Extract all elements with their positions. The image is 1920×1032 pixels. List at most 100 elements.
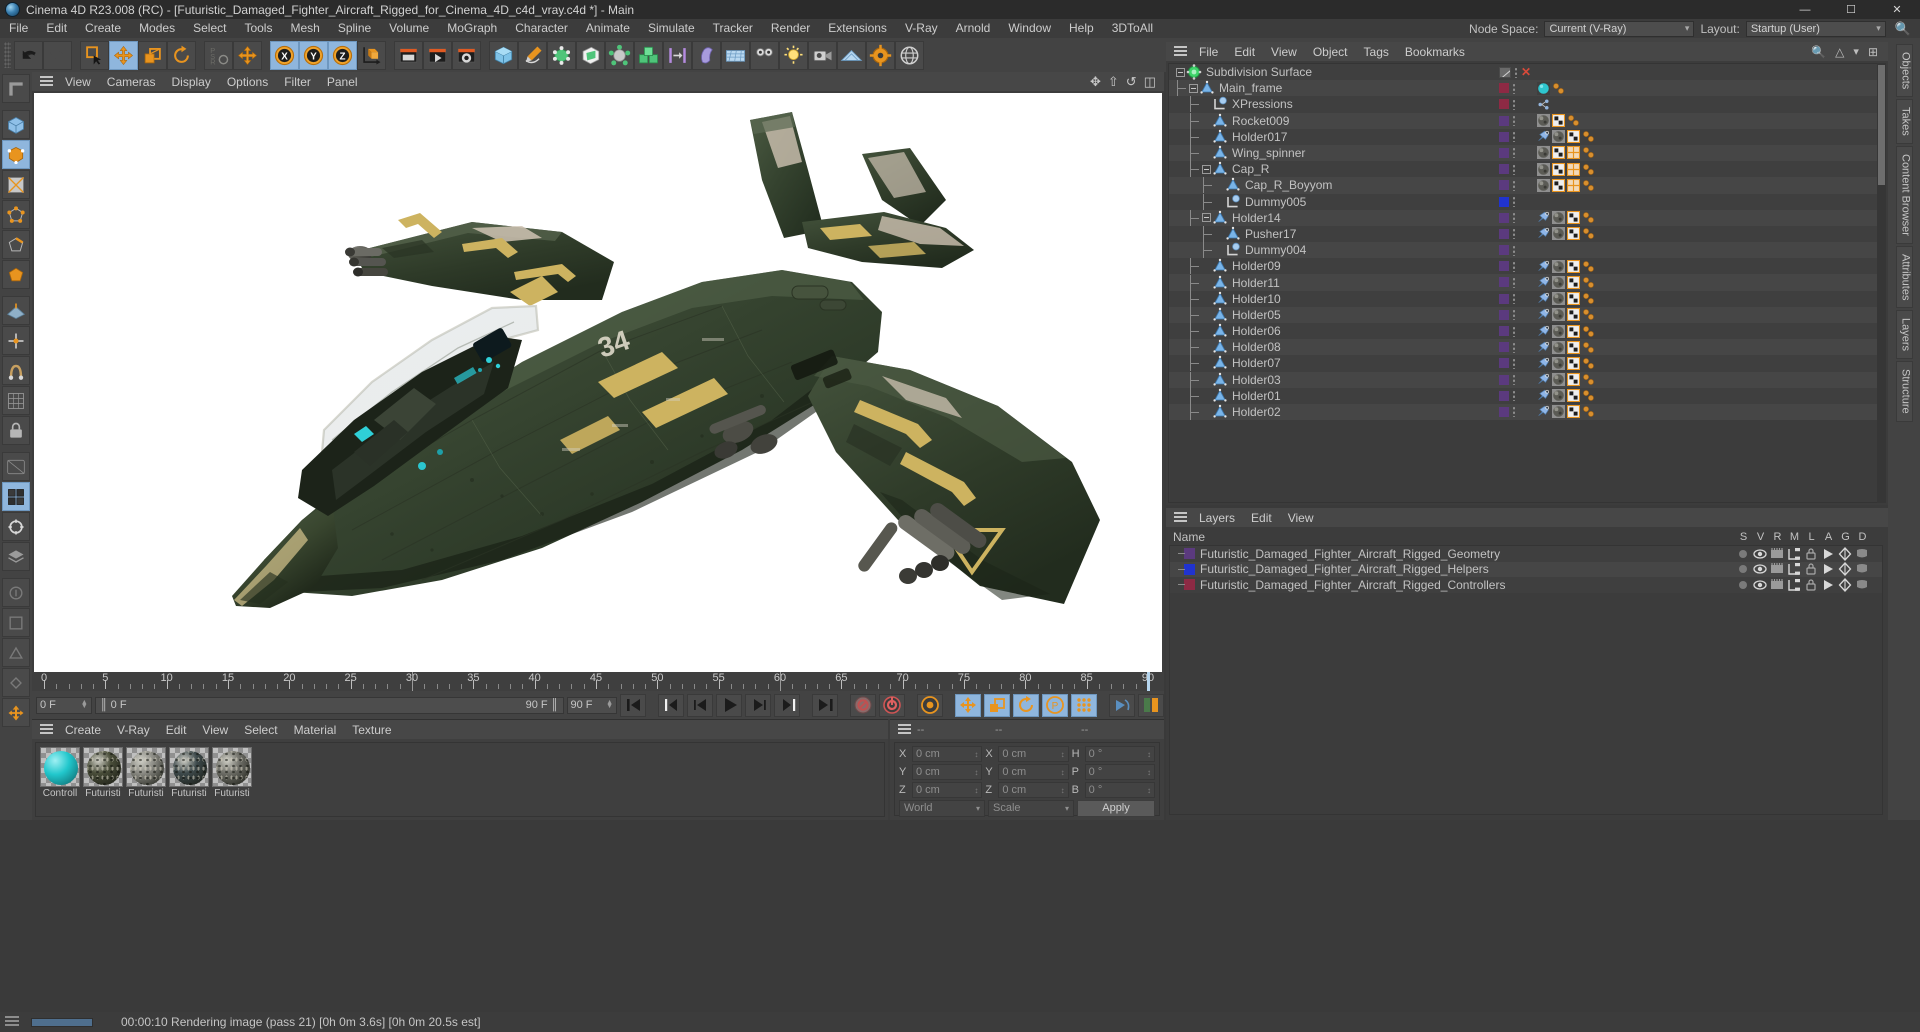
render-settings-button[interactable] <box>452 40 481 70</box>
layer-color-swatch[interactable] <box>1499 293 1509 304</box>
visibility-swatch[interactable] <box>1499 66 1511 78</box>
layer-hamburger-icon[interactable] <box>1174 512 1187 523</box>
point-level-animation-button[interactable] <box>1071 693 1097 717</box>
layer-color-swatch[interactable] <box>1499 180 1509 191</box>
viewport-corner-button[interactable] <box>2 74 30 103</box>
object-dots[interactable] <box>1512 163 1516 175</box>
material-menu-view[interactable]: View <box>194 723 236 737</box>
object-hamburger-icon[interactable] <box>1174 46 1187 57</box>
pin-icon-tag[interactable] <box>1537 341 1550 354</box>
xpresso-dots-tag[interactable] <box>1582 260 1595 273</box>
object-dots[interactable] <box>1512 196 1516 207</box>
coord-field-y-position[interactable]: 0 cm ↕ <box>912 764 983 780</box>
dock-tab-takes[interactable]: Takes <box>1895 99 1913 145</box>
psr-button[interactable]: PSR <box>204 40 233 70</box>
object-row[interactable]: Holder03 <box>1169 371 1883 388</box>
layer-flag-g[interactable] <box>1836 562 1853 577</box>
menu-item-arnold[interactable]: Arnold <box>947 19 1000 38</box>
object-dots[interactable] <box>1512 244 1516 256</box>
uvw-icon-tag[interactable] <box>1566 389 1581 403</box>
material-dark-tag[interactable] <box>1537 114 1550 128</box>
x-axis-lock-button[interactable]: X <box>270 40 299 70</box>
world-object-axis-button[interactable] <box>357 40 386 70</box>
scale-key-button[interactable] <box>984 693 1010 717</box>
material-menu-texture[interactable]: Texture <box>344 723 399 737</box>
world-axis-button[interactable] <box>233 40 262 70</box>
z-axis-lock-button[interactable]: Z <box>328 40 357 70</box>
xpresso-dots-tag[interactable] <box>1582 357 1595 370</box>
layer-row[interactable]: Futuristic_Damaged_Fighter_Aircraft_Rigg… <box>1170 577 1882 593</box>
object-row[interactable]: Main_frame <box>1169 80 1883 97</box>
point-mode-button[interactable] <box>2 200 30 229</box>
object-menu-view[interactable]: View <box>1263 45 1305 59</box>
floor-button[interactable] <box>837 40 866 70</box>
layer-color-swatch[interactable] <box>1499 99 1509 110</box>
object-dots[interactable] <box>1512 212 1516 224</box>
layer-flag-a[interactable] <box>1819 578 1836 592</box>
search-icon[interactable]: 🔍 <box>1892 21 1914 37</box>
uvw-icon-tag[interactable] <box>1566 227 1581 241</box>
object-menu-tags[interactable]: Tags <box>1356 45 1397 59</box>
tree-collapse-toggle[interactable] <box>1175 64 1186 80</box>
layer-color-swatch[interactable] <box>1499 406 1509 417</box>
light-button[interactable] <box>779 40 808 70</box>
layer-menu-layers[interactable]: Layers <box>1191 511 1243 525</box>
dock-tab-layers[interactable]: Layers <box>1895 310 1913 360</box>
layer-color-swatch[interactable] <box>1499 83 1509 94</box>
tex-icon-tag[interactable] <box>1566 178 1581 192</box>
material-item[interactable]: Controll <box>40 747 80 800</box>
web-button[interactable] <box>895 40 924 70</box>
menu-item-edit[interactable]: Edit <box>37 19 76 38</box>
layer-flag-m[interactable] <box>1785 547 1802 561</box>
dock-tab-content-browser[interactable]: Content Browser <box>1895 146 1913 244</box>
character-object-button[interactable] <box>692 40 721 70</box>
extra-b-button[interactable] <box>2 608 30 637</box>
menu-item-mesh[interactable]: Mesh <box>281 19 328 38</box>
layer-color-swatch[interactable] <box>1499 228 1509 239</box>
step-back-button[interactable] <box>687 693 713 717</box>
timeline-playhead[interactable] <box>1147 672 1150 691</box>
preview-range-bar[interactable]: ║ 0 F 90 F ║ <box>94 696 564 714</box>
material-item[interactable]: Futuristi <box>212 747 252 800</box>
enable-axis-button[interactable] <box>2 326 30 355</box>
plugin-button[interactable] <box>866 40 895 70</box>
viewport-menu-cameras[interactable]: Cameras <box>99 75 164 89</box>
keyframe-selection-button[interactable] <box>917 693 943 717</box>
material-dark-tag[interactable] <box>1537 162 1550 176</box>
field-button[interactable] <box>663 40 692 70</box>
xpresso-dots-tag[interactable] <box>1582 389 1595 402</box>
xpresso-dots-tag[interactable] <box>1582 325 1595 338</box>
apply-button[interactable]: Apply <box>1077 799 1155 817</box>
simulation-button[interactable] <box>721 40 750 70</box>
layer-flag-l[interactable] <box>1802 578 1819 592</box>
layer-flag-g[interactable] <box>1836 546 1853 561</box>
object-dots[interactable] <box>1512 309 1516 321</box>
visibility-dots[interactable] <box>1514 66 1518 78</box>
quantize-button[interactable] <box>2 386 30 415</box>
object-row[interactable]: Cap_R_Boyyom <box>1169 177 1883 194</box>
object-dots[interactable] <box>1512 374 1516 386</box>
object-row[interactable]: Rocket009 <box>1169 112 1883 129</box>
menu-item-mograph[interactable]: MoGraph <box>438 19 506 38</box>
viewport-menu-filter[interactable]: Filter <box>276 75 319 89</box>
tex-icon-tag[interactable] <box>1566 146 1581 160</box>
scene-object-button[interactable] <box>605 40 634 70</box>
layer-color-swatch[interactable] <box>1499 390 1509 401</box>
filter-icon[interactable]: △ <box>1835 45 1844 59</box>
object-row[interactable]: Holder07 <box>1169 355 1883 372</box>
coord-field-b-rotation[interactable]: 0 ° ↕ <box>1084 782 1155 798</box>
layer-color-swatch[interactable] <box>1499 261 1509 272</box>
material-menu-create[interactable]: Create <box>57 723 109 737</box>
extra-d-button[interactable] <box>2 668 30 697</box>
object-row[interactable]: Holder05 <box>1169 306 1883 323</box>
layer-flag-l[interactable] <box>1802 547 1819 561</box>
object-row[interactable]: XPressions <box>1169 96 1883 113</box>
layer-color-swatch[interactable] <box>1499 115 1509 126</box>
material-dark-tag[interactable] <box>1537 178 1550 192</box>
layer-button[interactable] <box>2 542 30 571</box>
layer-color-swatch[interactable] <box>1499 309 1509 320</box>
uvw-icon-tag[interactable] <box>1566 405 1581 419</box>
object-row[interactable]: Holder09 <box>1169 258 1883 275</box>
menu-item-simulate[interactable]: Simulate <box>639 19 704 38</box>
xpresso-dots-tag[interactable] <box>1582 373 1595 386</box>
